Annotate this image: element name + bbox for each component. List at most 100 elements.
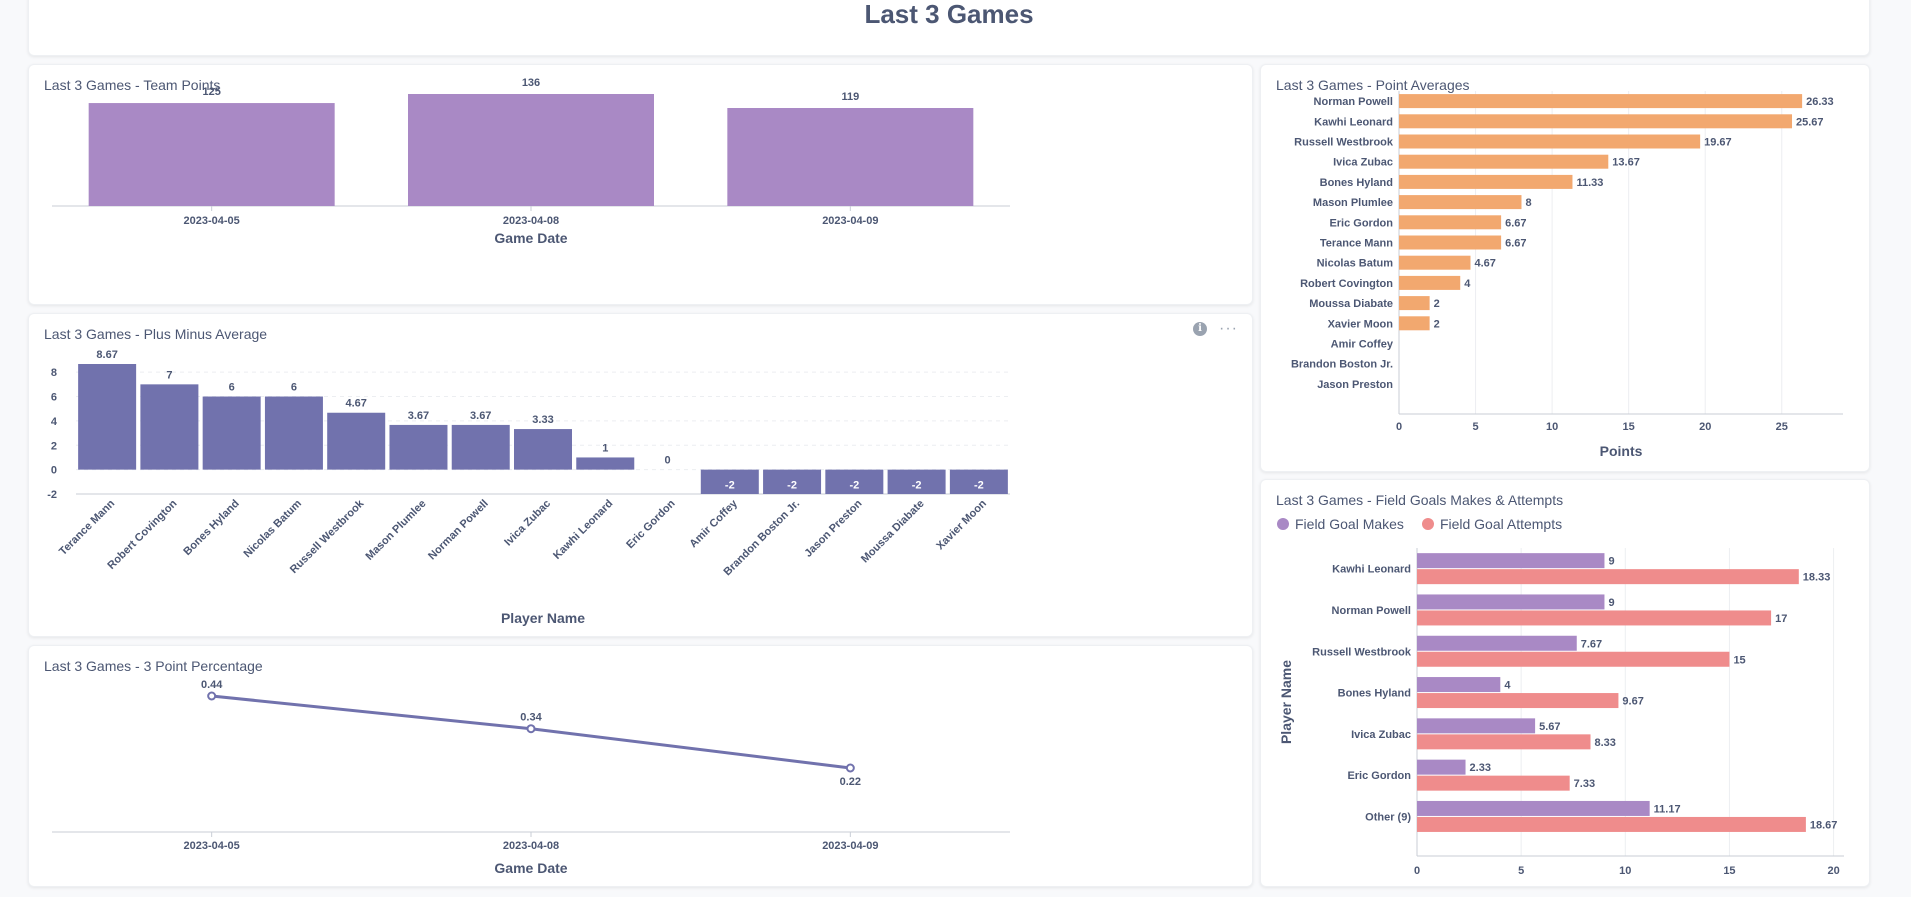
data-label: 8.33 [1595, 737, 1616, 749]
bar [1399, 174, 1573, 189]
bar [576, 457, 635, 470]
team-points-card: Last 3 Games - Team Points 125 2023-04-05… [28, 64, 1253, 305]
bar [1417, 734, 1591, 750]
data-label: 2 [1434, 298, 1440, 310]
y-tick-label: Terance Mann [1320, 238, 1393, 250]
x-tick-label: 2023-04-09 [822, 215, 878, 227]
bar [1417, 816, 1806, 832]
data-label: 6.67 [1505, 217, 1526, 229]
y-tick-label: Ivica Zubac [1333, 157, 1393, 169]
x-axis-title: Game Date [494, 230, 567, 246]
x-tick-label: 20 [1699, 421, 1711, 433]
data-label: -2 [849, 480, 859, 492]
x-tick-label: Norman Powell [426, 498, 491, 563]
bar [1417, 594, 1605, 610]
point-averages-chart: 0 5 10 15 20 25 Norman Powell 26.33 Kawhi Leonar… [1291, 91, 1843, 459]
bar [1399, 134, 1701, 149]
plus-minus-card: Last 3 Games - Plus Minus Average i ··· … [28, 313, 1253, 637]
x-tick-label: Eric Gordon [624, 497, 678, 551]
y-tick-label: 0 [51, 465, 57, 477]
y-tick-label: Xavier Moon [1328, 318, 1394, 330]
y-tick-label: Eric Gordon [1329, 217, 1393, 229]
data-label: 8 [1525, 197, 1531, 209]
x-tick-label: Kawhi Leonard [551, 498, 615, 562]
data-label: 6 [291, 382, 297, 394]
y-tick-label: 6 [51, 392, 57, 404]
data-label: 6 [229, 382, 235, 394]
data-label: 7.33 [1574, 778, 1595, 790]
field-goals-card: Last 3 Games - Field Goals Makes & Attem… [1260, 479, 1870, 887]
bar [327, 412, 386, 470]
bar [78, 364, 137, 470]
x-tick-label: 5 [1518, 865, 1524, 877]
x-tick-label: 2023-04-09 [822, 840, 878, 852]
y-tick-label: Bones Hyland [1338, 688, 1411, 700]
bar [1417, 693, 1619, 709]
y-tick-label: Kawhi Leonard [1332, 564, 1411, 576]
y-tick-label: Other (9) [1365, 811, 1411, 823]
y-tick-label: Bones Hyland [1320, 177, 1393, 189]
x-tick-label: Terance Mann [57, 497, 117, 557]
data-label: -2 [725, 480, 735, 492]
data-label: 9 [1608, 597, 1614, 609]
three-point-chart: 0.44 2023-04-05 0.34 2023-04-08 0.22 2023-04-… [52, 679, 1010, 876]
y-tick-label: Mason Plumlee [1313, 197, 1393, 209]
data-point [845, 763, 855, 773]
y-tick-label: Brandon Boston Jr. [1291, 359, 1393, 371]
bar [1399, 195, 1522, 210]
y-tick-label: Norman Powell [1314, 96, 1393, 108]
data-label: 125 [202, 86, 220, 98]
bar [514, 429, 572, 470]
data-label: 3.67 [470, 410, 491, 422]
y-tick-label: Ivica Zubac [1351, 729, 1411, 741]
data-point [526, 724, 536, 734]
x-tick-label: 2023-04-08 [503, 840, 559, 852]
y-tick-label: Robert Covington [1300, 278, 1393, 290]
data-label: 4.67 [1474, 258, 1495, 270]
bar [1399, 275, 1461, 290]
bar [88, 103, 335, 206]
x-tick-label: Mason Plumlee [363, 498, 428, 563]
data-label: -2 [787, 480, 797, 492]
data-label: 13.67 [1612, 157, 1640, 169]
data-label: 2.33 [1470, 762, 1491, 774]
data-label: 0.44 [201, 679, 223, 691]
bar [140, 384, 199, 470]
data-label: 6.67 [1505, 238, 1526, 250]
bar [1399, 316, 1430, 331]
y-tick-label: 8 [51, 367, 57, 379]
x-tick-label: 15 [1723, 865, 1735, 877]
x-tick-label: 10 [1619, 865, 1631, 877]
data-label: -2 [974, 480, 984, 492]
bar [451, 424, 510, 470]
y-tick-label: 4 [51, 416, 58, 428]
data-label: 4 [1464, 278, 1471, 290]
x-tick-label: Robert Covington [105, 497, 179, 571]
x-tick-label: Moussa Diabate [859, 498, 927, 566]
bar [1399, 154, 1609, 169]
x-tick-label: 2023-04-08 [503, 215, 559, 227]
x-tick-label: Bones Hyland [181, 498, 241, 558]
x-tick-label: Ivica Zubac [502, 498, 553, 549]
field-goals-chart: 0 5 10 15 20 Kawhi Leonard 9 18.33 Norman Powell… [1278, 548, 1844, 877]
x-axis-title: Points [1600, 443, 1643, 459]
bar [1417, 800, 1650, 816]
x-tick-label: Amir Coffey [687, 497, 740, 550]
x-tick-label: 0 [1414, 865, 1420, 877]
data-label: 17 [1775, 613, 1787, 625]
data-label: 9.67 [1622, 696, 1643, 708]
data-label: 0 [664, 455, 670, 467]
x-tick-label: 0 [1396, 421, 1402, 433]
x-tick-label: 2023-04-05 [184, 215, 240, 227]
y-tick-label: Kawhi Leonard [1314, 116, 1393, 128]
bar [1399, 296, 1430, 311]
plus-minus-chart: 8 6 4 2 0 -2 8.67 Terance Mann 7 Robert Covington… [47, 349, 1010, 626]
data-label: 25.67 [1796, 116, 1824, 128]
y-tick-label: Moussa Diabate [1309, 298, 1393, 310]
y-tick-label: Norman Powell [1332, 605, 1411, 617]
data-label: 1 [602, 442, 608, 454]
x-axis-title: Player Name [501, 610, 585, 626]
x-axis-title: Game Date [494, 860, 567, 876]
bar [389, 424, 448, 470]
y-tick-label: Nicolas Batum [1317, 258, 1394, 270]
